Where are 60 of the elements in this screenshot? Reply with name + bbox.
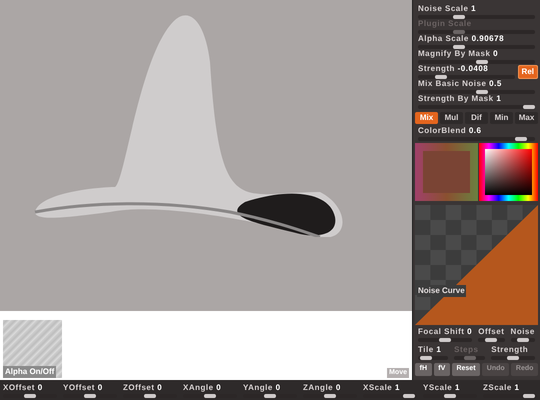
slider-thumb[interactable] [264, 394, 276, 398]
slider-label: ZScale 1 [483, 383, 520, 393]
slider-label: ZOffset 0 [123, 383, 164, 393]
toggle-button[interactable]: Rel [518, 64, 538, 78]
slider-track[interactable] [454, 356, 486, 360]
slider-label: Strength -0.0408 [418, 64, 490, 74]
slider-thumb[interactable] [516, 338, 529, 342]
slider-thumb[interactable] [476, 60, 488, 64]
slider-label: XOffset 0 [3, 383, 44, 393]
slider-thumb[interactable] [324, 394, 336, 398]
slider-label: ZAngle 0 [303, 383, 342, 393]
slider-track[interactable] [418, 356, 448, 360]
blend-mode-button[interactable]: Min [490, 112, 513, 124]
slider-label: Noise [510, 327, 536, 337]
slider-thumb[interactable] [420, 356, 432, 360]
slider-label: Strength By Mask 1 [418, 94, 502, 104]
slider-track[interactable] [510, 338, 536, 342]
slider-track[interactable] [478, 338, 505, 342]
slider-thumb[interactable] [514, 137, 527, 141]
slider-thumb[interactable] [507, 356, 520, 360]
alpha-texture-thumbnail[interactable]: Alpha On/Off [3, 320, 62, 378]
slider-thumb[interactable] [24, 394, 36, 398]
slider-label: Offset [478, 327, 505, 337]
slider-thumb[interactable] [476, 90, 488, 94]
slider-thumb[interactable] [452, 44, 465, 48]
slider-label: XScale 1 [363, 383, 401, 393]
slider-label: Noise Scale 1 [418, 4, 478, 14]
slider-thumb[interactable] [452, 14, 465, 18]
blend-mode-button[interactable]: Max [515, 112, 538, 124]
slider-label: YOffset 0 [63, 383, 104, 393]
slider-label: Tile 1 [418, 345, 442, 355]
secondary-color-picker[interactable] [415, 143, 478, 201]
primary-color-picker[interactable] [479, 143, 538, 201]
slider-thumb[interactable] [402, 394, 415, 398]
slider-track[interactable] [418, 60, 535, 64]
slider-thumb[interactable] [434, 74, 447, 78]
slider-thumb[interactable] [144, 394, 156, 398]
slider-thumb[interactable] [84, 394, 96, 398]
slider-label: YAngle 0 [243, 383, 282, 393]
slider-track[interactable] [491, 356, 535, 360]
slider-thumb[interactable] [204, 394, 216, 398]
slider-thumb[interactable] [444, 394, 456, 398]
curve-label: Noise Curve [417, 285, 466, 297]
slider-thumb[interactable] [522, 394, 535, 398]
slider-label: YScale 1 [423, 383, 461, 393]
3d-viewport[interactable] [0, 0, 412, 311]
slider-thumb[interactable] [439, 338, 452, 342]
slider-thumb[interactable] [523, 104, 535, 108]
slider-label: Mix Basic Noise 0.5 [418, 78, 503, 88]
slider-label: XAngle 0 [183, 383, 222, 393]
alpha-toggle-label[interactable]: Alpha On/Off [3, 366, 56, 378]
blend-mode-button[interactable]: Mix [415, 112, 438, 124]
blend-mode-button[interactable]: Dif [465, 112, 488, 124]
blend-mode-button[interactable]: Mul [440, 112, 463, 124]
slider-label: Focal Shift 0 [418, 327, 472, 337]
slider-label: Strength [491, 345, 530, 355]
slider-label: Alpha Scale 0.90678 [418, 34, 506, 44]
slider-label: ColorBlend 0.6 [418, 126, 482, 136]
slider-thumb[interactable] [485, 338, 498, 342]
slider-label: Magnify By Mask 0 [418, 48, 500, 58]
